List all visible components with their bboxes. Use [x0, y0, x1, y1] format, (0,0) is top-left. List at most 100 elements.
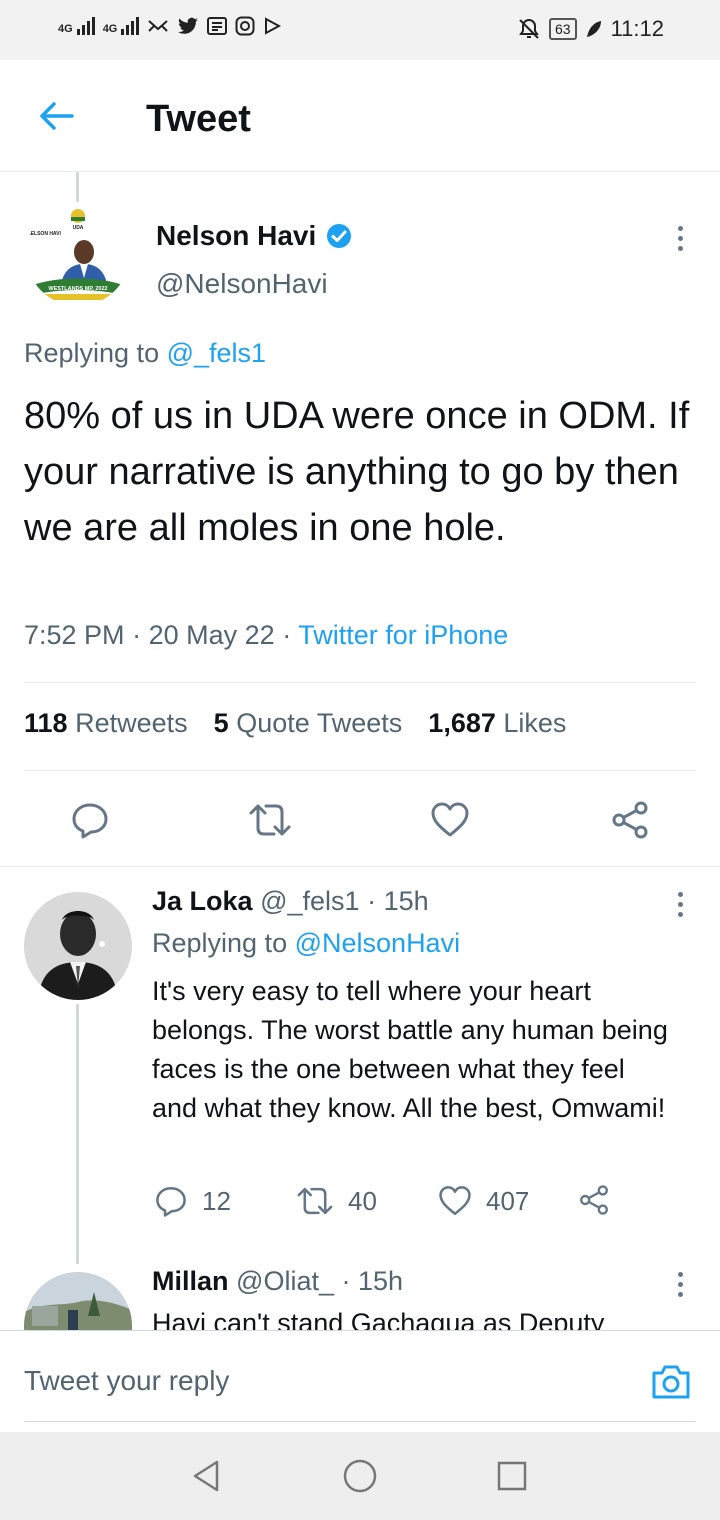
reply-author-handle[interactable]: @Oliat_	[236, 1266, 334, 1296]
more-options-icon[interactable]	[670, 218, 690, 258]
meta-separator: ·	[282, 620, 292, 650]
tweet-date: 20 May 22	[148, 620, 275, 650]
author-avatar[interactable]: UDA NELSON HAVI WESTLANDS MP, 2022	[26, 202, 130, 306]
divider	[0, 866, 720, 867]
input-underline	[24, 1421, 696, 1422]
reply-button[interactable]	[62, 792, 118, 848]
avatar-image	[24, 1272, 132, 1330]
tweet-time: 7:52 PM	[24, 620, 125, 650]
tweet-text: 80% of us in UDA were once in ODM. If yo…	[24, 395, 690, 549]
likes-label: Likes	[503, 708, 567, 738]
tweet-stats: 118 Retweets 5 Quote Tweets 1,687 Likes	[24, 708, 566, 739]
reply-count: 12	[202, 1185, 231, 1216]
arrow-left-icon	[40, 102, 74, 130]
retweets-stat[interactable]: 118 Retweets	[24, 708, 188, 739]
reply-age: 15h	[358, 1266, 404, 1296]
replying-to-link[interactable]: @_fels1	[167, 338, 266, 368]
quote-tweets-stat[interactable]: 5 Quote Tweets	[214, 708, 403, 739]
avatar-logo-text: UDA	[73, 225, 84, 231]
reply-text: It's very easy to tell where your heart …	[152, 976, 668, 1123]
divider	[24, 770, 696, 771]
reply-input[interactable]: Tweet your reply	[24, 1365, 229, 1397]
avatar-caption: NELSON HAVI	[27, 231, 61, 237]
reply-author-name[interactable]: Ja Loka	[152, 886, 253, 916]
divider	[24, 682, 696, 683]
play-icon	[265, 17, 282, 35]
network-type: 4G	[102, 23, 118, 35]
tweet-actions	[0, 792, 720, 848]
reply-item-partial: Millan @Oliat_ · 15h Havi can't stand Ga…	[0, 1262, 720, 1330]
signal-icon: 4G	[58, 17, 95, 35]
camera-icon	[652, 1365, 690, 1399]
triangle-back-icon	[193, 1460, 219, 1492]
reply-author-handle[interactable]: @_fels1	[260, 886, 359, 916]
tweet-source-link[interactable]: Twitter for iPhone	[298, 620, 508, 650]
signal-icon: 4G	[103, 17, 140, 35]
circle-home-icon	[343, 1459, 377, 1493]
reply-reply-button[interactable]: 12	[154, 1184, 231, 1218]
page-title: Tweet	[146, 98, 251, 140]
share-icon	[612, 801, 648, 839]
more-options-icon[interactable]	[670, 884, 690, 924]
thread-connector	[76, 1004, 79, 1264]
battery-icon: 63	[549, 18, 577, 40]
more-options-icon[interactable]	[670, 1264, 690, 1304]
author-name[interactable]: Nelson Havi	[156, 220, 316, 252]
reply-actions: 12 40 407	[152, 1184, 632, 1224]
reply-separator: ·	[367, 886, 377, 916]
replying-prefix: Replying to	[24, 338, 160, 368]
system-nav-bar	[0, 1432, 720, 1520]
twitter-icon	[178, 17, 199, 34]
nav-recents-button[interactable]	[488, 1452, 536, 1500]
reply-share-button[interactable]	[578, 1184, 610, 1216]
network-type: 4G	[58, 23, 73, 35]
leaf-icon	[586, 21, 601, 37]
replying-to-link[interactable]: @NelsonHavi	[295, 928, 460, 958]
status-right: 63 11:12	[517, 16, 664, 42]
news-icon	[207, 17, 228, 35]
like-button[interactable]	[422, 792, 478, 848]
meta-separator: ·	[132, 620, 142, 650]
retweet-button[interactable]	[242, 792, 298, 848]
avatar-banner: WESTLANDS MP, 2022	[48, 286, 107, 292]
reply-avatar[interactable]	[24, 892, 132, 1000]
reply-icon	[72, 803, 108, 839]
reply-retweet-button[interactable]: 40	[296, 1184, 377, 1218]
replying-prefix: Replying to	[152, 928, 288, 958]
reply-separator: ·	[341, 1266, 351, 1296]
reply-author-name[interactable]: Millan	[152, 1266, 229, 1296]
author-handle[interactable]: @NelsonHavi	[156, 268, 328, 300]
nav-back-button[interactable]	[182, 1452, 230, 1500]
author-name-row: Nelson Havi	[156, 220, 352, 252]
camera-button[interactable]	[648, 1359, 694, 1405]
reply-header: Ja Loka @_fels1 · 15h	[152, 886, 429, 917]
thread-connector	[76, 172, 79, 202]
replying-to-line: Replying to @_fels1	[24, 338, 266, 369]
square-recents-icon	[497, 1461, 527, 1491]
heart-icon	[439, 1186, 471, 1216]
avatar-image: UDA NELSON HAVI WESTLANDS MP, 2022	[26, 202, 130, 306]
retweets-label: Retweets	[75, 708, 188, 738]
share-button[interactable]	[602, 792, 658, 848]
nav-home-button[interactable]	[336, 1452, 384, 1500]
like-count: 407	[486, 1185, 530, 1216]
retweet-icon	[297, 1187, 333, 1215]
heart-icon	[431, 802, 469, 837]
likes-stat[interactable]: 1,687 Likes	[428, 708, 566, 739]
quotes-label: Quote Tweets	[236, 708, 403, 738]
reply-replying-to: Replying to @NelsonHavi	[152, 928, 460, 959]
reply-avatar[interactable]	[24, 1272, 132, 1330]
retweets-count: 118	[24, 708, 68, 738]
status-left: 4G 4G	[58, 16, 282, 36]
reply-compose-bar: Tweet your reply	[0, 1330, 720, 1432]
likes-count: 1,687	[428, 708, 496, 738]
top-app-bar: Tweet	[0, 60, 720, 172]
verified-badge-icon	[327, 224, 352, 248]
retweet-icon	[249, 804, 291, 836]
reply-like-button[interactable]: 407	[438, 1184, 529, 1218]
avatar-image	[24, 892, 132, 1000]
clock: 11:12	[610, 16, 664, 41]
back-button[interactable]	[34, 94, 78, 138]
notification-icon	[148, 20, 169, 32]
reply-header: Millan @Oliat_ · 15h	[152, 1266, 403, 1297]
